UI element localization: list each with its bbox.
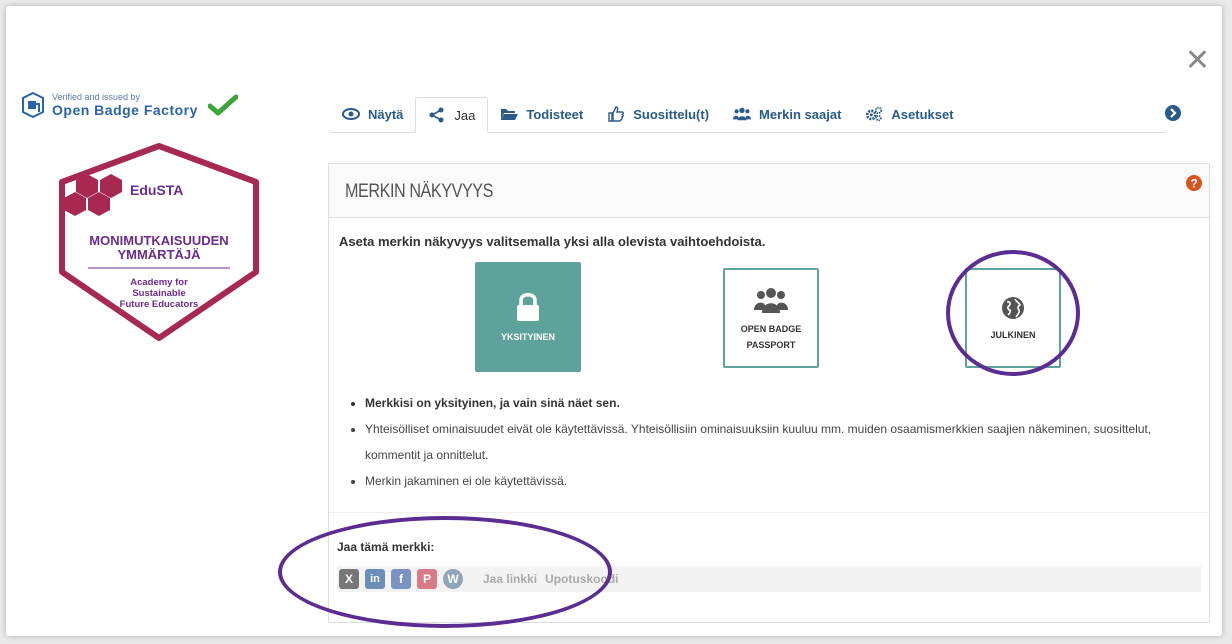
gears-icon	[866, 106, 883, 122]
badge-title-line2: YMMÄRTÄJÄ	[117, 247, 201, 262]
help-icon[interactable]: ?	[1185, 174, 1203, 192]
badge-subtitle: Academy for Sustainable Future Educators	[56, 277, 262, 310]
issuer-info: Verified and issued by Open Badge Factor…	[22, 92, 238, 118]
close-icon[interactable]: ✕	[1185, 46, 1210, 76]
highlight-circle-share	[278, 516, 612, 628]
share-icon	[429, 107, 444, 123]
badge-title-line1: MONIMUTKAISUUDEN	[89, 233, 229, 248]
tab-label: Jaa	[454, 107, 476, 123]
list-item: Merkkisi on yksityinen, ja vain sinä näe…	[365, 390, 1195, 416]
svg-text:?: ?	[1190, 177, 1197, 191]
tab-jaa[interactable]: Jaa	[415, 97, 489, 133]
users-icon	[733, 107, 752, 121]
tab-label: Suosittelu(t)	[633, 106, 710, 122]
thumbs-up-icon	[608, 106, 625, 122]
panel-title: MERKIN NÄKYVYYS	[345, 181, 493, 202]
users-icon	[754, 288, 788, 313]
option-private[interactable]: YKSITYINEN	[475, 262, 581, 372]
list-item: Yhteisölliset ominaisuudet eivät ole käy…	[365, 416, 1195, 468]
tab-asetukset[interactable]: Asetukset	[853, 96, 965, 132]
badge-title: MONIMUTKAISUUDEN YMMÄRTÄJÄ	[56, 234, 262, 262]
tab-label: Näytä	[368, 106, 404, 122]
lock-icon	[517, 293, 539, 321]
instruction-text: Aseta merkin näkyvyys valitsemalla yksi …	[339, 234, 766, 249]
badge-sub-line3: Future Educators	[119, 299, 199, 310]
chevron-right-circle-icon[interactable]	[1164, 104, 1182, 122]
highlight-circle-public	[946, 250, 1080, 376]
folder-open-icon	[501, 109, 519, 120]
option-obp-label-2: PASSPORT	[746, 340, 796, 350]
panel-header: MERKIN NÄKYVYYS ?	[329, 164, 1209, 218]
option-private-label: YKSITYINEN	[500, 332, 555, 342]
check-icon	[207, 94, 238, 116]
tab-suosittelut[interactable]: Suosittelu(t)	[595, 96, 721, 132]
tab-todisteet[interactable]: Todisteet	[488, 96, 595, 132]
tab-bar: Näytä Jaa Todisteet Suosittelu(t) Merkin…	[330, 95, 1166, 133]
obf-cube-icon	[22, 92, 44, 118]
divider	[329, 512, 1209, 513]
eye-icon	[342, 108, 360, 120]
tab-merkin-saajat[interactable]: Merkin saajat	[721, 96, 853, 132]
badge-sub-line1: Academy for	[130, 277, 188, 288]
visibility-info-list: Merkkisi on yksityinen, ja vain sinä näe…	[365, 390, 1195, 494]
badge-image: EduSTA MONIMUTKAISUUDEN YMMÄRTÄJÄ Academ…	[56, 142, 262, 342]
list-item: Merkin jakaminen ei ole käytettävissä.	[365, 468, 1195, 494]
tab-label: Merkin saajat	[759, 106, 842, 122]
tab-label: Todisteet	[526, 106, 584, 122]
issuer-name: Open Badge Factory	[52, 102, 198, 118]
tab-nayta[interactable]: Näytä	[330, 96, 415, 132]
badge-sub-line2: Sustainable	[132, 288, 186, 299]
option-obp-label-1: OPEN BADGE	[740, 324, 802, 334]
option-open-badge-passport[interactable]: OPEN BADGE PASSPORT	[723, 268, 819, 368]
verified-text: Verified and issued by	[52, 92, 141, 102]
badge-org: EduSTA	[130, 182, 184, 198]
tab-label: Asetukset	[891, 106, 954, 122]
